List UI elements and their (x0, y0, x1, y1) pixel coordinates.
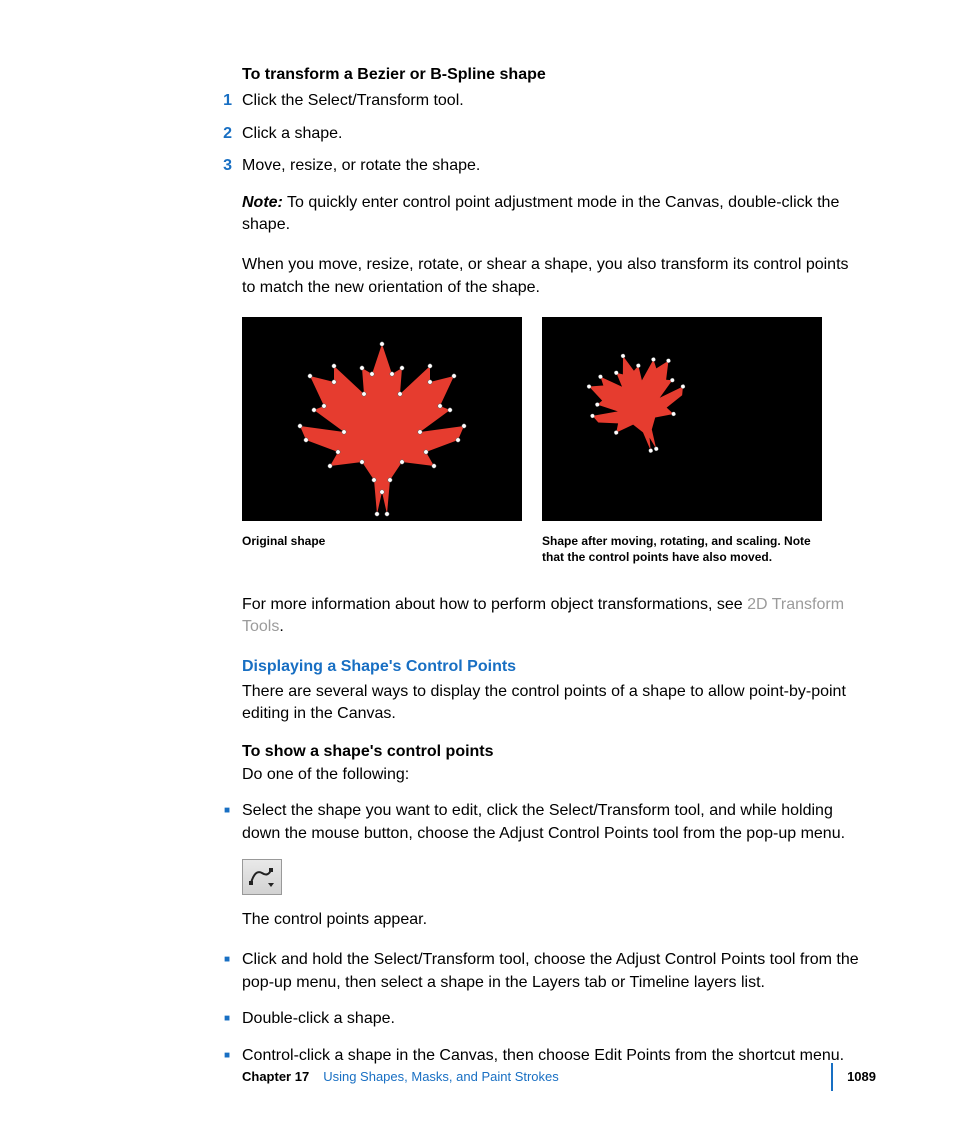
step-text: Click a shape. (242, 123, 859, 145)
bullet-text: Double-click a shape. (242, 1008, 859, 1030)
adjust-control-points-tool-icon (242, 859, 282, 895)
maple-leaf-original (242, 317, 522, 521)
bullet-list-1: ■ Select the shape you want to edit, cli… (98, 800, 859, 845)
steps-list: 1 Click the Select/Transform tool. 2 Cli… (98, 90, 859, 177)
step-text: Click the Select/Transform tool. (242, 90, 859, 112)
canvas-original (242, 317, 522, 521)
note-paragraph: Note: To quickly enter control point adj… (98, 192, 859, 237)
heading-show: To show a shape's control points (98, 741, 859, 763)
caption-right: Shape after moving, rotating, and scalin… (542, 533, 822, 565)
bullet-icon: ■ (98, 800, 242, 845)
note-text: To quickly enter control point adjustmen… (242, 194, 839, 233)
note-label: Note: (242, 194, 283, 211)
heading-transform: To transform a Bezier or B-Spline shape (98, 64, 859, 86)
heading-displaying: Displaying a Shape's Control Points (98, 656, 859, 678)
maple-leaf-transformed (542, 317, 822, 521)
bullet-text: Click and hold the Select/Transform tool… (242, 949, 859, 994)
step-text: Move, resize, or rotate the shape. (242, 155, 859, 177)
figure-right: Shape after moving, rotating, and scalin… (542, 317, 822, 565)
canvas-transformed (542, 317, 822, 521)
more-info-pre: For more information about how to perfor… (242, 596, 747, 613)
step-number: 1 (98, 90, 242, 112)
paragraph-transform: When you move, resize, rotate, or shear … (98, 254, 859, 299)
bullet-icon: ■ (98, 1008, 242, 1030)
figure-row: Original shape Shape after moving, rotat… (98, 317, 859, 565)
chapter-title: Using Shapes, Masks, and Paint Strokes (323, 1068, 817, 1086)
caption-left: Original shape (242, 533, 522, 549)
paragraph-display-intro: There are several ways to display the co… (98, 681, 859, 726)
step-number: 3 (98, 155, 242, 177)
footer-divider (831, 1063, 833, 1091)
step-number: 2 (98, 123, 242, 145)
page-footer: Chapter 17 Using Shapes, Masks, and Pain… (0, 1063, 954, 1091)
bullet-text: Select the shape you want to edit, click… (242, 800, 859, 845)
control-points-appear: The control points appear. (98, 909, 859, 931)
page-number: 1089 (847, 1068, 876, 1086)
figure-left: Original shape (242, 317, 522, 565)
do-one-of-following: Do one of the following: (98, 764, 859, 786)
bullet-icon: ■ (98, 949, 242, 994)
bullet-list-2: ■ Click and hold the Select/Transform to… (98, 949, 859, 1067)
more-info-post: . (279, 618, 283, 635)
chapter-label: Chapter 17 (242, 1068, 309, 1086)
paragraph-more-info: For more information about how to perfor… (98, 594, 859, 639)
